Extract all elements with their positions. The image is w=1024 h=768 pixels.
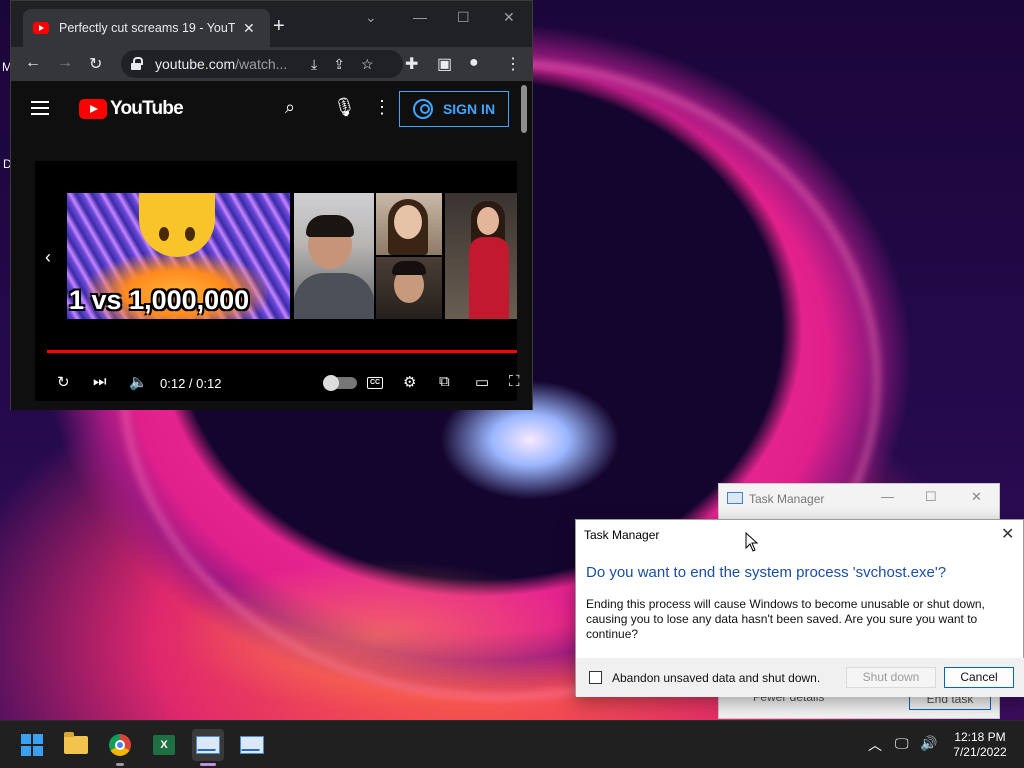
settings-gear-icon[interactable]: ⚙: [403, 373, 416, 391]
wallpaper-orange-glow: [170, 560, 590, 710]
sign-in-button[interactable]: SIGN IN: [399, 91, 509, 127]
install-app-icon[interactable]: ⤓: [311, 56, 317, 73]
abandon-data-checkbox[interactable]: [589, 671, 602, 684]
tab-strip: Perfectly cut screams 19 - YouTube ✕ + ⌄…: [11, 1, 532, 47]
sign-in-label: SIGN IN: [442, 101, 496, 117]
clock-date: 7/21/2022: [953, 745, 1007, 759]
task-manager-taskbar-button[interactable]: [192, 729, 224, 766]
microphone-icon[interactable]: 🎙: [333, 97, 356, 118]
endscreen-video-3[interactable]: [376, 193, 442, 255]
video-player[interactable]: ‹ 1 vs 1,000,000 ↻ ⏭ 🔈 0:12 / 0:12 CC ⚙ …: [35, 161, 520, 401]
endscreen-video-1vs1000000[interactable]: 1 vs 1,000,000: [67, 193, 290, 319]
endscreen-previous-icon[interactable]: ‹: [45, 247, 51, 268]
address-bar[interactable]: youtube.com/watch... ⤓ ⇪ ☆: [121, 50, 403, 78]
tm-maximize-button[interactable]: ☐: [925, 489, 937, 505]
page-scrollbar[interactable]: [521, 85, 527, 133]
thumbnail-caption: 1 vs 1,000,000: [69, 285, 250, 315]
tab-search-icon[interactable]: ⌄: [365, 9, 377, 26]
youtube-favicon-icon: [33, 22, 49, 34]
account-icon: [412, 99, 433, 119]
browser-tab[interactable]: Perfectly cut screams 19 - YouTube ✕: [23, 9, 270, 47]
next-video-icon[interactable]: ⏭: [93, 373, 107, 390]
tab-title: Perfectly cut screams 19 - YouTube: [59, 21, 235, 35]
side-panel-icon[interactable]: ▣: [437, 54, 452, 74]
tab-close-icon[interactable]: ✕: [243, 20, 255, 37]
cancel-button[interactable]: Cancel: [944, 667, 1014, 688]
network-icon[interactable]: 🖵: [895, 735, 909, 752]
task-manager-icon: [240, 736, 264, 754]
settings-more-icon[interactable]: ⋮: [373, 97, 391, 118]
upside-down-face-icon: [139, 193, 215, 257]
captions-icon[interactable]: CC: [367, 377, 383, 389]
back-button[interactable]: ←: [25, 54, 41, 72]
spreadsheet-icon: X: [153, 735, 175, 755]
maximize-button[interactable]: ☐: [457, 9, 470, 26]
dialog-footer: Abandon unsaved data and shut down. Shut…: [576, 658, 1024, 697]
dialog-close-icon[interactable]: ✕: [1001, 524, 1014, 544]
task-manager-icon: [727, 492, 743, 504]
task-manager-title: Task Manager: [749, 492, 825, 506]
player-controls: ↻ ⏭ 🔈 0:12 / 0:12 CC ⚙ ⧉ ▭ ⛶: [35, 369, 520, 399]
hamburger-menu-icon[interactable]: [31, 101, 49, 119]
replay-icon[interactable]: ↻: [57, 373, 70, 391]
endscreen-video-4[interactable]: [376, 257, 442, 319]
taskbar: X ︿ 🖵 🔊 12:18 PM 7/21/2022: [0, 720, 1024, 768]
clock-time: 12:18 PM: [954, 730, 1006, 744]
system-clock[interactable]: 12:18 PM 7/21/2022: [945, 730, 1015, 760]
start-button[interactable]: [16, 729, 48, 761]
chrome-menu-icon[interactable]: ⋮: [505, 54, 521, 74]
show-hidden-icons-chevron-icon[interactable]: ︿: [868, 735, 882, 755]
shut-down-button[interactable]: Shut down: [846, 667, 936, 688]
endscreen-video-5[interactable]: [445, 193, 517, 319]
folder-icon: [64, 732, 88, 754]
file-explorer-button[interactable]: [60, 729, 92, 761]
dialog-body: Ending this process will cause Windows t…: [586, 597, 985, 641]
autoplay-toggle[interactable]: [323, 375, 357, 391]
volume-tray-icon[interactable]: 🔊: [920, 735, 937, 752]
url-text[interactable]: youtube.com/watch...: [155, 56, 295, 72]
lock-icon[interactable]: [131, 57, 143, 71]
volume-icon[interactable]: 🔈: [129, 373, 148, 391]
video-progress-bar[interactable]: [47, 350, 517, 353]
forward-button[interactable]: →: [57, 54, 73, 72]
browser-toolbar: ← → ↻ youtube.com/watch... ⤓ ⇪ ☆ ✚ ▣ ● ⋮: [11, 47, 532, 81]
minimize-button[interactable]: —: [413, 9, 427, 25]
end-process-dialog: Task Manager ✕ Do you want to end the sy…: [575, 519, 1024, 697]
extensions-icon[interactable]: ✚: [405, 54, 418, 74]
abandon-data-label[interactable]: Abandon unsaved data and shut down.: [612, 671, 820, 685]
youtube-play-logo-icon: [79, 99, 107, 119]
time-display: 0:12 / 0:12: [160, 376, 222, 391]
spreadsheet-app-button[interactable]: X: [148, 729, 180, 761]
profile-icon[interactable]: ●: [469, 54, 479, 72]
search-icon[interactable]: ⌕: [285, 97, 295, 118]
tm-minimize-button[interactable]: —: [881, 489, 894, 504]
chrome-icon: [109, 734, 131, 756]
youtube-page: YouTube ⌕ 🎙 ⋮ SIGN IN ‹ 1 vs 1,000,000 ↻…: [11, 81, 532, 410]
theater-mode-icon[interactable]: ▭: [475, 373, 489, 391]
endscreen-video-2[interactable]: [294, 193, 374, 319]
new-tab-button[interactable]: +: [273, 15, 285, 38]
tm-close-button[interactable]: ✕: [971, 489, 982, 505]
close-window-button[interactable]: ✕: [503, 9, 515, 26]
miniplayer-icon[interactable]: ⧉: [439, 373, 450, 390]
fullscreen-icon[interactable]: ⛶: [509, 373, 520, 390]
task-manager-2-taskbar-button[interactable]: [236, 729, 268, 761]
share-icon[interactable]: ⇪: [333, 56, 345, 73]
reload-button[interactable]: ↻: [89, 54, 102, 74]
dialog-title: Task Manager: [584, 528, 660, 542]
chrome-window: Perfectly cut screams 19 - YouTube ✕ + ⌄…: [10, 0, 533, 410]
youtube-header: YouTube ⌕ 🎙 ⋮ SIGN IN: [11, 81, 532, 137]
youtube-logo-text: YouTube: [110, 98, 184, 119]
chrome-taskbar-button[interactable]: [104, 729, 136, 766]
youtube-logo[interactable]: YouTube: [79, 98, 184, 120]
windows-logo-icon: [21, 734, 43, 756]
dialog-heading: Do you want to end the system process 's…: [586, 564, 947, 581]
task-manager-icon: [196, 736, 220, 754]
bookmark-star-icon[interactable]: ☆: [361, 56, 374, 73]
